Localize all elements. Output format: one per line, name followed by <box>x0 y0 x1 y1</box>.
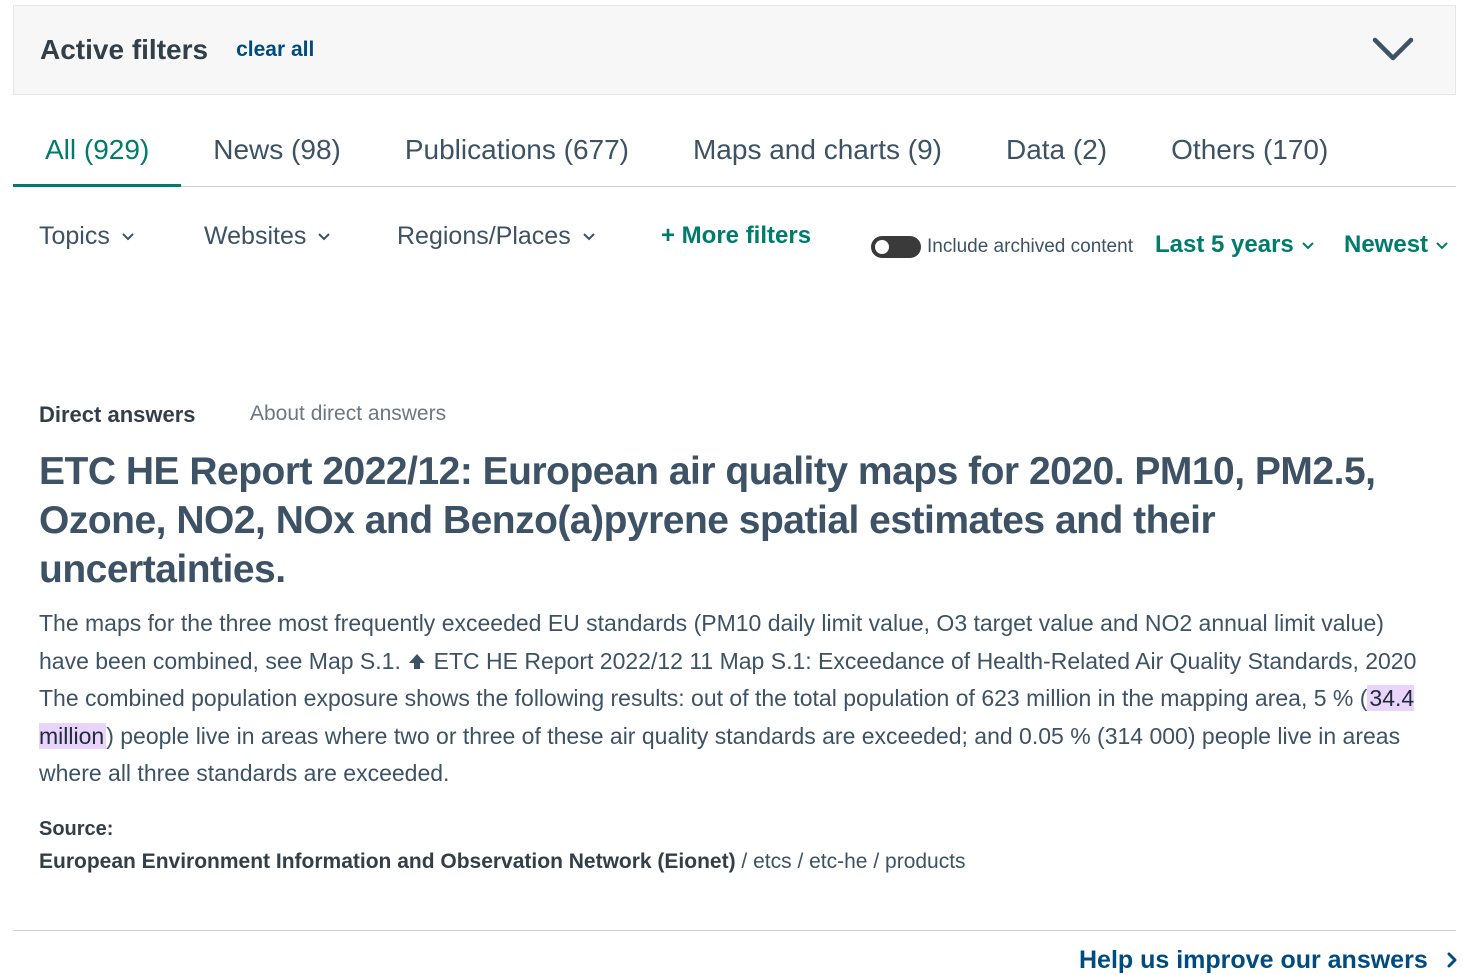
more-filters-button[interactable]: + More filters <box>661 222 811 250</box>
breadcrumb-etcs[interactable]: etcs <box>753 850 792 873</box>
answer-text-3: ) people live in areas where two or thre… <box>39 722 1401 787</box>
help-link-label: Help us improve our answers <box>1079 946 1428 974</box>
about-direct-answers-link[interactable]: About direct answers <box>250 402 446 426</box>
chevron-down-icon <box>583 233 595 241</box>
up-arrow-icon <box>409 653 426 669</box>
active-filters-bar: Active filters clear all <box>13 5 1456 95</box>
regions-places-dropdown[interactable]: Regions/Places <box>397 222 595 251</box>
divider <box>13 930 1456 931</box>
topics-label: Topics <box>39 222 110 250</box>
breadcrumb-separator: / <box>867 850 886 873</box>
archived-content-label: Include archived content <box>927 236 1133 257</box>
chevron-down-icon <box>122 233 134 241</box>
time-range-dropdown[interactable]: Last 5 years <box>1155 231 1314 259</box>
tab-maps-and-charts[interactable]: Maps and charts (9) <box>661 112 974 187</box>
answer-title[interactable]: ETC HE Report 2022/12: European air qual… <box>39 447 1429 594</box>
tab-all[interactable]: All (929) <box>13 112 182 187</box>
topics-dropdown[interactable]: Topics <box>39 222 134 251</box>
sort-dropdown[interactable]: Newest <box>1344 231 1448 259</box>
filter-toolbar: Topics Websites Regions/Places + More fi… <box>0 222 1463 272</box>
tab-publications[interactable]: Publications (677) <box>373 112 661 187</box>
direct-answers-label: Direct answers <box>39 402 196 427</box>
source-org-link[interactable]: European Environment Information and Obs… <box>39 850 736 873</box>
clear-all-link[interactable]: clear all <box>236 38 314 62</box>
tab-data[interactable]: Data (2) <box>974 112 1139 187</box>
breadcrumb-separator: / <box>791 850 810 873</box>
chevron-down-icon <box>1436 241 1448 250</box>
time-range-label: Last 5 years <box>1155 231 1294 258</box>
tab-others[interactable]: Others (170) <box>1139 112 1360 187</box>
regions-label: Regions/Places <box>397 222 571 250</box>
source-breadcrumb: European Environment Information and Obs… <box>39 850 966 874</box>
sort-label: Newest <box>1344 231 1429 258</box>
chevron-down-icon <box>318 233 331 241</box>
answer-body: The maps for the three most frequently e… <box>39 605 1434 793</box>
tab-news[interactable]: News (98) <box>181 112 373 187</box>
result-type-tabs: All (929) News (98) Publications (677) M… <box>13 112 1456 187</box>
websites-dropdown[interactable]: Websites <box>204 222 331 251</box>
chevron-down-icon[interactable] <box>1371 34 1415 64</box>
breadcrumb-products[interactable]: products <box>885 850 966 873</box>
breadcrumb-separator: / <box>735 850 754 873</box>
chevron-right-icon <box>1447 952 1457 968</box>
archived-content-toggle[interactable] <box>871 236 921 258</box>
chevron-down-icon <box>1302 241 1314 250</box>
websites-label: Websites <box>204 222 307 250</box>
help-improve-answers-link[interactable]: Help us improve our answers <box>1079 946 1458 975</box>
breadcrumb-etc-he[interactable]: etc-he <box>809 850 867 873</box>
source-label: Source: <box>39 818 114 840</box>
active-filters-title: Active filters <box>40 34 209 65</box>
toggle-knob <box>875 240 889 254</box>
